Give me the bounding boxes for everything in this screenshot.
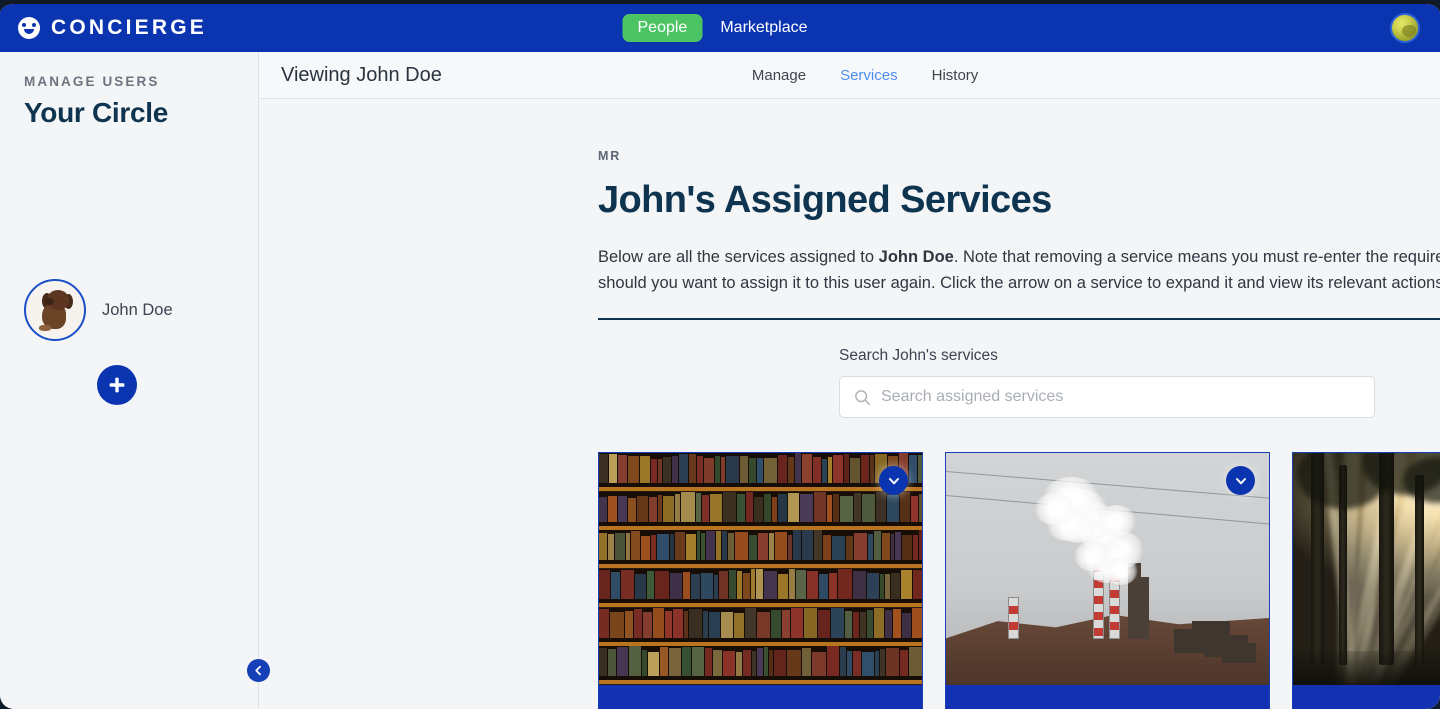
user-list: John Doe [24, 279, 258, 405]
list-item-user[interactable]: John Doe [24, 279, 258, 341]
main-header: Viewing John Doe Manage Services History [259, 52, 1440, 99]
main-area: Viewing John Doe Manage Services History… [259, 52, 1440, 709]
content-column: MR John's Assigned Services Below are al… [259, 99, 1440, 709]
service-card[interactable] [945, 452, 1270, 709]
section-tabs: Manage Services History [752, 67, 978, 84]
sunbeams-forest-art [1293, 453, 1440, 686]
nav-item-marketplace[interactable]: Marketplace [710, 14, 817, 42]
page-subject-title: Viewing John Doe [281, 63, 442, 86]
expand-service-button[interactable] [1226, 466, 1255, 496]
service-card-grid [598, 452, 1440, 709]
user-avatar[interactable] [1390, 13, 1420, 43]
description-subject: John Doe [878, 248, 954, 266]
top-navigation: People Marketplace [622, 14, 818, 42]
plus-icon [109, 377, 125, 393]
service-card[interactable] [1292, 452, 1440, 709]
service-card-image-library [599, 453, 922, 686]
brand-logo[interactable]: CONCIERGE [18, 16, 207, 40]
service-card-footer [599, 685, 922, 709]
puppy-avatar [24, 279, 86, 341]
chevron-left-icon [255, 665, 261, 676]
tab-services[interactable]: Services [840, 67, 898, 84]
app-window: CONCIERGE People Marketplace MANAGE USER… [0, 0, 1440, 709]
service-card[interactable] [598, 452, 923, 709]
search-label: Search John's services [839, 347, 998, 365]
content-eyebrow: MR [598, 149, 622, 163]
description-part1: Below are all the services assigned to [598, 248, 879, 266]
main-scroll-region[interactable]: MR John's Assigned Services Below are al… [259, 99, 1440, 709]
sidebar-title: Your Circle [24, 97, 169, 128]
page-title: John's Assigned Services [598, 179, 1052, 221]
nav-item-people[interactable]: People [622, 14, 703, 42]
sidebar: MANAGE USERS Your Circle John Doe [0, 52, 270, 709]
sidebar-eyebrow: MANAGE USERS [24, 74, 160, 89]
search-icon [855, 389, 871, 405]
search-box[interactable] [839, 376, 1375, 419]
tab-manage[interactable]: Manage [752, 67, 806, 84]
search-input[interactable] [881, 388, 1360, 407]
service-card-image-factory [946, 453, 1269, 686]
chevron-down-icon [888, 477, 899, 484]
sidebar-collapse-button[interactable] [247, 659, 270, 682]
face-circle-icon [18, 17, 40, 39]
search-section: Search John's services [598, 347, 1440, 419]
add-user-button[interactable] [97, 365, 137, 405]
brand-name: CONCIERGE [51, 16, 207, 39]
divider [598, 318, 1440, 321]
service-card-image-forest [1293, 453, 1440, 686]
page-description: Below are all the services assigned to J… [598, 244, 1440, 296]
app-header: CONCIERGE People Marketplace [0, 4, 1440, 52]
tab-history[interactable]: History [932, 67, 979, 84]
expand-service-button[interactable] [879, 466, 908, 496]
library-bookshelves-art [599, 453, 922, 686]
chevron-down-icon [1235, 477, 1246, 484]
factory-smokestacks-art [946, 453, 1269, 686]
service-card-footer [946, 685, 1269, 709]
service-card-footer [1293, 685, 1440, 709]
app-body: MANAGE USERS Your Circle John Doe Viewin… [0, 52, 1440, 709]
user-name: John Doe [102, 300, 173, 319]
